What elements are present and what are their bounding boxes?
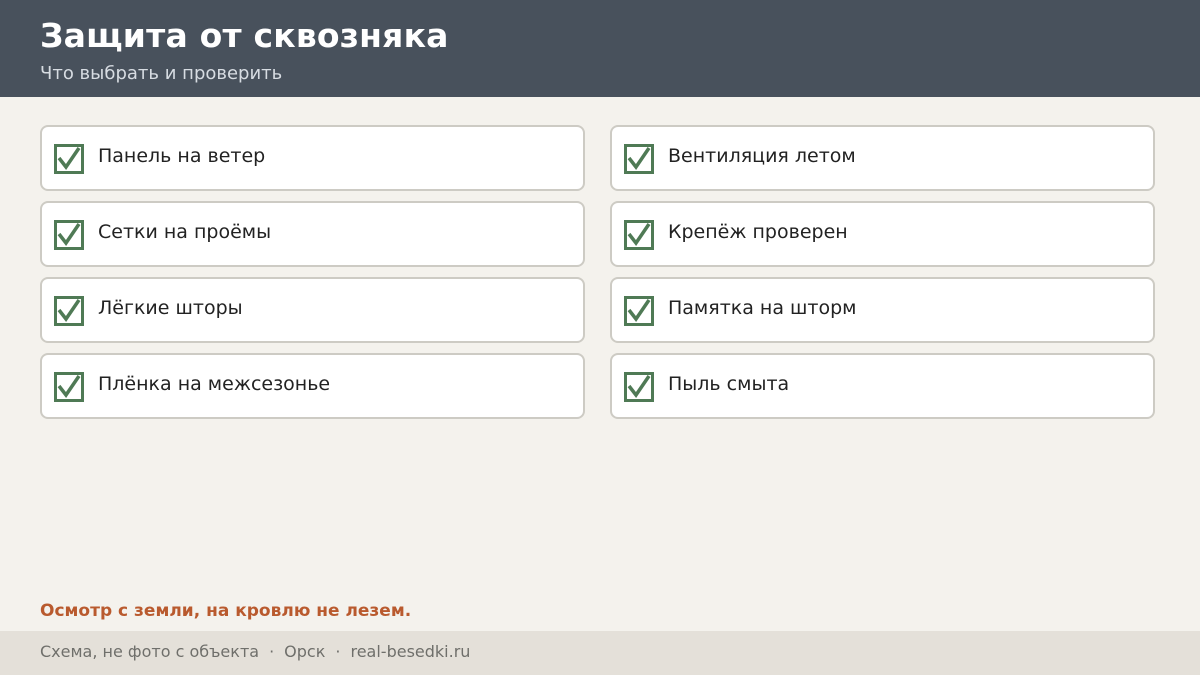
page-subtitle: Что выбрать и проверить xyxy=(40,63,283,84)
footer-city: Орск xyxy=(284,642,326,661)
footer-caption: Схема, не фото с объекта xyxy=(40,642,260,661)
checkbox-checked-icon[interactable] xyxy=(54,296,84,326)
checklist-item[interactable]: Вентиляция летом xyxy=(610,125,1155,191)
checkbox-checked-icon[interactable] xyxy=(624,220,654,250)
footer-bar: Схема, не фото с объекта · Орск · real-besed… xyxy=(0,631,1200,675)
checkbox-checked-icon[interactable] xyxy=(624,372,654,402)
checklist-item-label: Панель на ветер xyxy=(98,145,266,167)
checklist-item[interactable]: Памятка на шторм xyxy=(610,277,1155,343)
footer-site-link[interactable]: real-besedki.ru xyxy=(350,642,470,661)
footer-separator: · xyxy=(335,642,341,661)
checkbox-checked-icon[interactable] xyxy=(54,144,84,174)
checklist-item[interactable]: Плёнка на межсезонье xyxy=(40,353,585,419)
checklist-item[interactable]: Лёгкие шторы xyxy=(40,277,585,343)
checklist-item-label: Пыль смыта xyxy=(668,373,790,395)
checklist-item-label: Плёнка на межсезонье xyxy=(98,373,331,395)
checkbox-checked-icon[interactable] xyxy=(54,372,84,402)
checklist-item[interactable]: Пыль смыта xyxy=(610,353,1155,419)
page-title: Защита от сквозняка xyxy=(40,16,449,55)
checklist-item-label: Памятка на шторм xyxy=(668,297,857,319)
checklist-item[interactable]: Крепёж проверен xyxy=(610,201,1155,267)
checkbox-checked-icon[interactable] xyxy=(624,296,654,326)
checklist-item-label: Крепёж проверен xyxy=(668,221,848,243)
header-bar: Защита от сквозняка Что выбрать и провер… xyxy=(0,0,1200,97)
checklist-item[interactable]: Сетки на проёмы xyxy=(40,201,585,267)
footer-text: Схема, не фото с объекта · Орск · real-besed… xyxy=(40,641,470,663)
safety-note: Осмотр с земли, на кровлю не лезем. xyxy=(40,601,412,621)
checklist-item-label: Сетки на проёмы xyxy=(98,221,272,243)
footer-separator: · xyxy=(269,642,275,661)
checklist-item[interactable]: Панель на ветер xyxy=(40,125,585,191)
checklist-item-label: Вентиляция летом xyxy=(668,145,856,167)
checklist-item-label: Лёгкие шторы xyxy=(98,297,243,319)
checkbox-checked-icon[interactable] xyxy=(54,220,84,250)
checkbox-checked-icon[interactable] xyxy=(624,144,654,174)
